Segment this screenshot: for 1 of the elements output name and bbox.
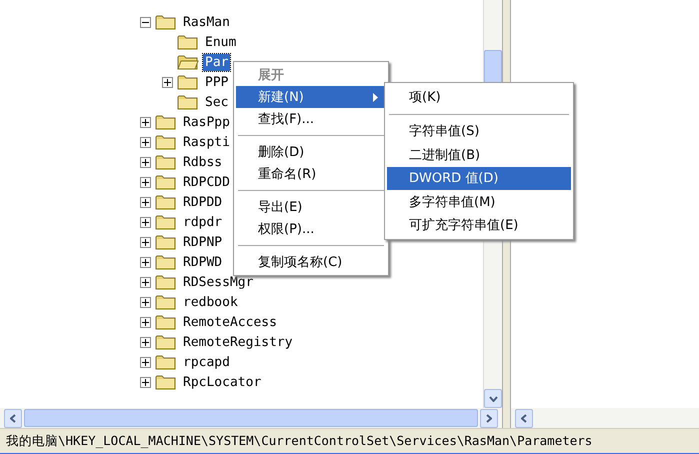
registry-path: 我的电脑\HKEY_LOCAL_MACHINE\SYSTEM\CurrentControlSet\Services\RasMan\Parameters (6, 432, 592, 450)
